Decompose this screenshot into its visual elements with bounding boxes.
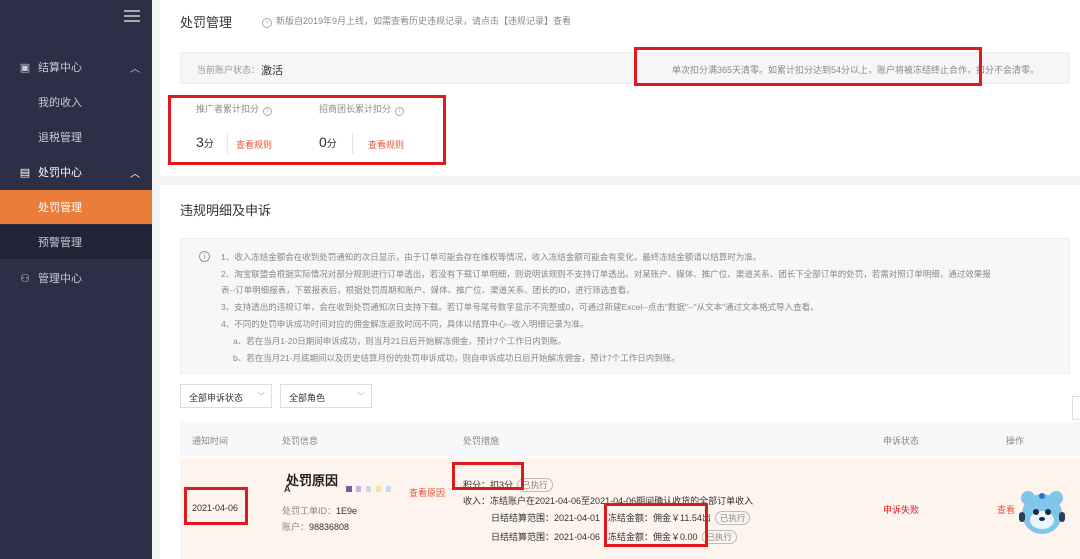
sidebar-item-label: 处罚管理	[38, 202, 82, 214]
page-title: 处罚管理	[180, 15, 233, 30]
highlight-box	[604, 503, 708, 547]
user-manage-icon: ⚇	[20, 272, 30, 285]
status-label: 当前账户状态：	[197, 65, 261, 75]
sidebar-group-label: 处罚中心	[38, 167, 82, 179]
sidebar-group-settlement[interactable]: ▣ 结算中心 ︿	[0, 50, 152, 84]
notice-line: b、若在当月21-月底期间以及历史结算月份的处罚申诉成功，则自申诉成功日后开始解…	[233, 353, 680, 363]
highlight-box	[168, 95, 446, 165]
notice-line: 1、收入冻结金额会在收到处罚通知的次日显示，由于订单可能会存在维权等情况，收入冻…	[221, 252, 762, 262]
sidebar-group-label: 管理中心	[38, 273, 82, 285]
sidebar-group-label: 结算中心	[38, 62, 82, 74]
chevron-down-icon: ﹀	[357, 392, 365, 401]
column-header: 处罚措施	[463, 436, 500, 446]
appeal-status-select[interactable]: 全部申诉状态 ﹀	[180, 384, 272, 408]
sidebar-item-label: 退税管理	[38, 132, 82, 144]
chevron-down-icon: ﹀	[257, 392, 265, 401]
sidebar-item-tax-refund[interactable]: 退税管理	[0, 120, 152, 154]
redacted-mark	[356, 486, 361, 492]
redacted-mark	[376, 486, 381, 492]
account-id: 账户：98836808	[282, 522, 350, 532]
notice-line: 表--订单明细报表，下载报表后，根据处罚周期和账户、媒体、推广位、渠道关系、团长…	[221, 285, 635, 295]
highlight-box	[634, 47, 982, 86]
info-icon: i	[199, 251, 210, 262]
chevron-up-icon: ︿	[130, 169, 140, 180]
notice-box: i 1、收入冻结金额会在收到处罚通知的次日显示，由于订单可能会存在维权等情况，收…	[180, 238, 1070, 374]
settle-range-2: 日结结算范围：2021-04-06	[491, 532, 601, 542]
document-icon: ▤	[19, 166, 31, 179]
column-header: 通知时间	[192, 436, 229, 446]
sidebar-item-penalty-management[interactable]: 处罚管理	[0, 190, 152, 224]
column-header: 处罚信息	[282, 436, 319, 446]
sidebar-group-penalty[interactable]: ▤ 处罚中心 ︿	[0, 155, 152, 189]
header-note: i 新版自2019年9月上线，如需查看历史违规记录，请点击【违规记录】查看	[262, 14, 571, 28]
section-title: 违规明细及申诉	[180, 203, 272, 218]
view-action-link[interactable]: 查看	[997, 503, 1015, 516]
sidebar-group-management[interactable]: ⚇ 管理中心	[0, 261, 152, 295]
reason-prefix: A	[284, 484, 291, 494]
sidebar: ▣ 结算中心 ︿ 我的收入 退税管理 ▤ 处罚中心 ︿ 处罚管理 预警管理 ⚇ …	[0, 0, 152, 559]
wallet-icon: ▣	[19, 61, 31, 74]
penalty-overview-card: 处罚管理 i 新版自2019年9月上线，如需查看历史违规记录，请点击【违规记录】查…	[160, 0, 1080, 176]
notice-line: 4、不同的处罚申诉成功时间对应的佣金解冻返款时间不同，具体以结算中心--收入明细…	[221, 319, 589, 329]
appeal-status: 申诉失败	[883, 505, 920, 515]
settle-range-1: 日结结算范围：2021-04-01	[491, 513, 601, 523]
notice-line: 3、支持透出的违规订单，会在收到处罚通知次日支持下载。若订单号尾号数字显示不完整…	[221, 302, 819, 312]
menu-toggle-icon[interactable]	[124, 10, 140, 24]
highlight-box	[452, 462, 524, 490]
reason-title: 处罚原因	[286, 474, 339, 489]
column-header: 申诉状态	[883, 436, 920, 446]
info-icon: i	[262, 18, 272, 28]
sidebar-item-income[interactable]: 我的收入	[0, 85, 152, 119]
redacted-mark	[346, 486, 352, 492]
redacted-mark	[386, 486, 391, 492]
chevron-up-icon: ︿	[130, 64, 140, 75]
column-header: 操作	[1006, 436, 1025, 446]
view-reason-link[interactable]: 查看原因	[409, 486, 445, 499]
status-value: 激活	[261, 65, 283, 77]
ticket-id: 处罚工单ID：1E9e	[282, 506, 358, 516]
sidebar-item-warning-management[interactable]: 预警管理	[0, 225, 152, 259]
notice-line: 2、淘宝联盟会根据实际情况对部分规则进行订单透出，若没有下载订单明细，则说明该规…	[221, 269, 991, 279]
notice-line: a、若在当月1-20日期间申诉成功，则当月21日后开始解冻佣金，预计7个工作日内…	[233, 336, 567, 346]
mascot-icon[interactable]	[1016, 486, 1068, 538]
scrollbar-handle[interactable]	[1072, 396, 1080, 420]
highlight-box	[184, 487, 248, 525]
table-header: 通知时间 处罚信息 处罚措施 申诉状态 操作	[180, 422, 1080, 456]
role-select[interactable]: 全部角色 ﹀	[280, 384, 372, 408]
status-badge: 已执行	[714, 511, 751, 525]
sidebar-item-label: 预警管理	[38, 237, 82, 249]
sidebar-item-label: 我的收入	[38, 97, 82, 109]
redacted-mark	[366, 486, 371, 492]
